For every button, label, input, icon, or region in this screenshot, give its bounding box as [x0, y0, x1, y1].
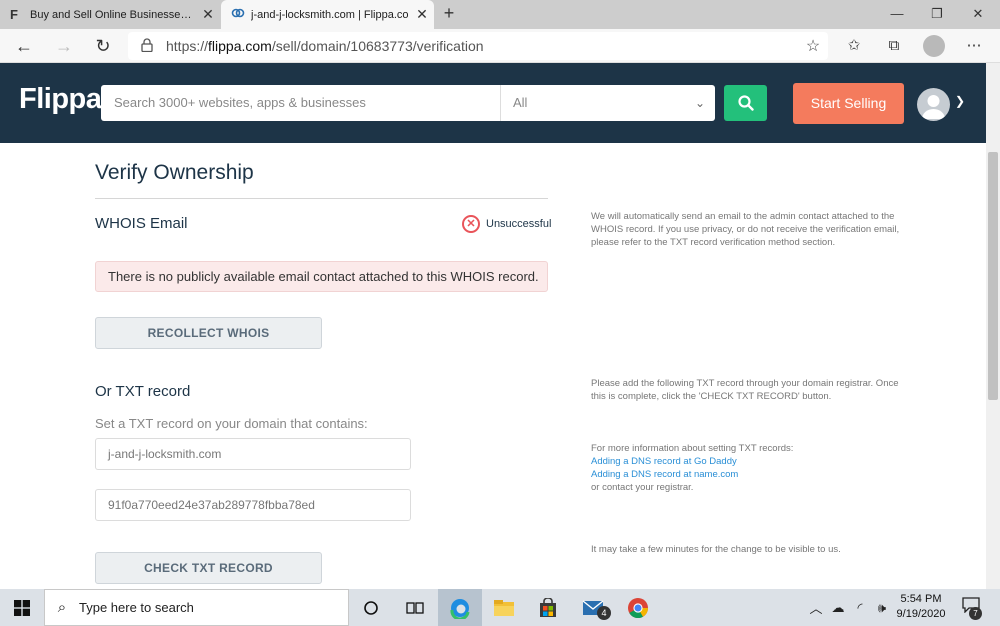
profile-avatar[interactable] [923, 35, 945, 57]
contact-registrar-text: or contact your registrar. [591, 482, 694, 493]
whois-error-alert: There is no publicly available email con… [95, 261, 548, 292]
search-button[interactable] [724, 85, 767, 121]
more-menu-icon[interactable]: ⋯ [962, 34, 986, 58]
notification-badge: 7 [969, 607, 982, 620]
tab-title: j-and-j-locksmith.com | Flippa.co [251, 8, 409, 21]
page-scrollbar-thumb[interactable] [988, 152, 998, 400]
favorite-star-icon[interactable]: ☆ [798, 36, 828, 56]
godaddy-link[interactable]: Adding a DNS record at Go Daddy [591, 455, 901, 468]
start-selling-button[interactable]: Start Selling [793, 83, 904, 124]
volume-icon[interactable]: 🕪 [871, 600, 893, 616]
windows-logo-icon [14, 599, 30, 616]
wifi-icon[interactable]: ◜ [849, 600, 871, 616]
task-view-icon[interactable] [393, 589, 437, 626]
close-tab-icon[interactable]: ✕ [196, 6, 220, 23]
onedrive-cloud-icon[interactable]: ☁ [827, 600, 849, 616]
new-tab-button[interactable]: + [438, 3, 460, 25]
cortana-icon[interactable] [349, 589, 393, 626]
browser-tab-flippa[interactable]: F Buy and Sell Online Businesses, W ✕ [0, 0, 220, 29]
whois-heading: WHOIS Email [95, 215, 188, 232]
txt-host-field[interactable]: j-and-j-locksmith.com [95, 438, 411, 470]
system-tray: ︿ ☁ ◜ 🕪 [805, 589, 893, 626]
chevron-down-icon: ⌄ [694, 96, 705, 110]
txt-wait-text: It may take a few minutes for the change… [591, 544, 841, 555]
close-tab-icon[interactable]: ✕ [410, 6, 434, 23]
namecom-link[interactable]: Adding a DNS record at name.com [591, 468, 901, 481]
back-arrow-icon[interactable]: ← [12, 34, 36, 58]
chevron-up-icon[interactable]: ︿ [805, 598, 827, 617]
file-explorer-icon[interactable] [482, 589, 526, 626]
chevron-down-icon[interactable]: ❯ [955, 94, 965, 108]
site-header: Flippa Search 3000+ websites, apps & bus… [0, 63, 986, 143]
user-avatar[interactable] [917, 88, 950, 121]
mail-badge: 4 [597, 606, 611, 620]
category-select[interactable]: All ⌄ [500, 85, 715, 121]
browser-tab-verification[interactable]: j-and-j-locksmith.com | Flippa.co ✕ [221, 0, 434, 29]
refresh-icon[interactable]: ↻ [91, 34, 115, 58]
minimize-icon[interactable]: — [877, 0, 917, 29]
flippa-logo[interactable]: Flippa [19, 83, 102, 116]
close-window-icon[interactable]: ✕ [958, 0, 998, 29]
txt-description: Set a TXT record on your domain that con… [95, 416, 368, 431]
divider [95, 198, 548, 199]
user-icon [922, 95, 945, 119]
more-info-label: For more information about setting TXT r… [591, 443, 794, 454]
search-input[interactable]: Search 3000+ websites, apps & businesses [101, 85, 500, 121]
favorites-icon[interactable]: ✩ [842, 34, 866, 58]
check-txt-record-button[interactable]: CHECK TXT RECORD [95, 552, 322, 584]
clock-date: 9/19/2020 [896, 608, 946, 620]
search-icon [737, 95, 754, 111]
address-bar[interactable]: https://flippa.com/sell/domain/10683773/… [128, 32, 828, 60]
taskbar-clock[interactable]: 5:54 PM 9/19/2020 [893, 592, 949, 622]
page-title: Verify Ownership [95, 161, 254, 184]
restore-icon[interactable]: ❐ [917, 0, 957, 29]
store-icon[interactable] [526, 589, 570, 626]
browser-toolbar: ← → ↻ https://flippa.com/sell/domain/106… [0, 29, 1000, 63]
search-icon: ⌕ [57, 599, 67, 616]
taskbar-search-placeholder: Type here to search [79, 600, 194, 615]
clock-time: 5:54 PM [900, 593, 942, 605]
txt-help-text: Please add the following TXT record thro… [591, 378, 899, 402]
status-badge: ✕ Unsuccessful [462, 215, 551, 233]
lock-icon[interactable] [128, 37, 166, 55]
txt-value-field[interactable]: 91f0a770eed24e37ab289778fbba78ed [95, 489, 411, 521]
taskbar-search-box[interactable]: ⌕ Type here to search [44, 589, 349, 626]
error-x-icon: ✕ [462, 215, 480, 233]
notification-center-icon[interactable]: 7 [960, 597, 982, 620]
flippa-favicon-icon: F [10, 7, 18, 22]
whois-help-text: We will automatically send an email to t… [591, 211, 900, 248]
mail-icon[interactable]: 4 [572, 589, 616, 626]
recollect-whois-button[interactable]: RECOLLECT WHOIS [95, 317, 322, 349]
tab-title: Buy and Sell Online Businesses, W [30, 8, 196, 21]
status-text: Unsuccessful [486, 218, 552, 230]
browser-tab-strip: F Buy and Sell Online Businesses, W ✕ j-… [0, 0, 1000, 29]
windows-taskbar: ⌕ Type here to search 4 ︿ ☁ ◜ 🕪 5:54 PM … [0, 589, 1000, 626]
url-text: https://flippa.com/sell/domain/10683773/… [166, 38, 484, 54]
forward-arrow-icon[interactable]: → [52, 34, 76, 58]
category-selected-value: All [513, 95, 528, 110]
windows-start-button[interactable] [0, 589, 44, 626]
txt-record-heading: Or TXT record [95, 383, 191, 400]
edge-browser-icon[interactable] [438, 589, 482, 626]
txt-more-info: For more information about setting TXT r… [591, 442, 901, 494]
chrome-icon[interactable] [616, 589, 660, 626]
collections-icon[interactable]: ⧉ [882, 34, 906, 58]
link-favicon-icon [231, 6, 251, 23]
